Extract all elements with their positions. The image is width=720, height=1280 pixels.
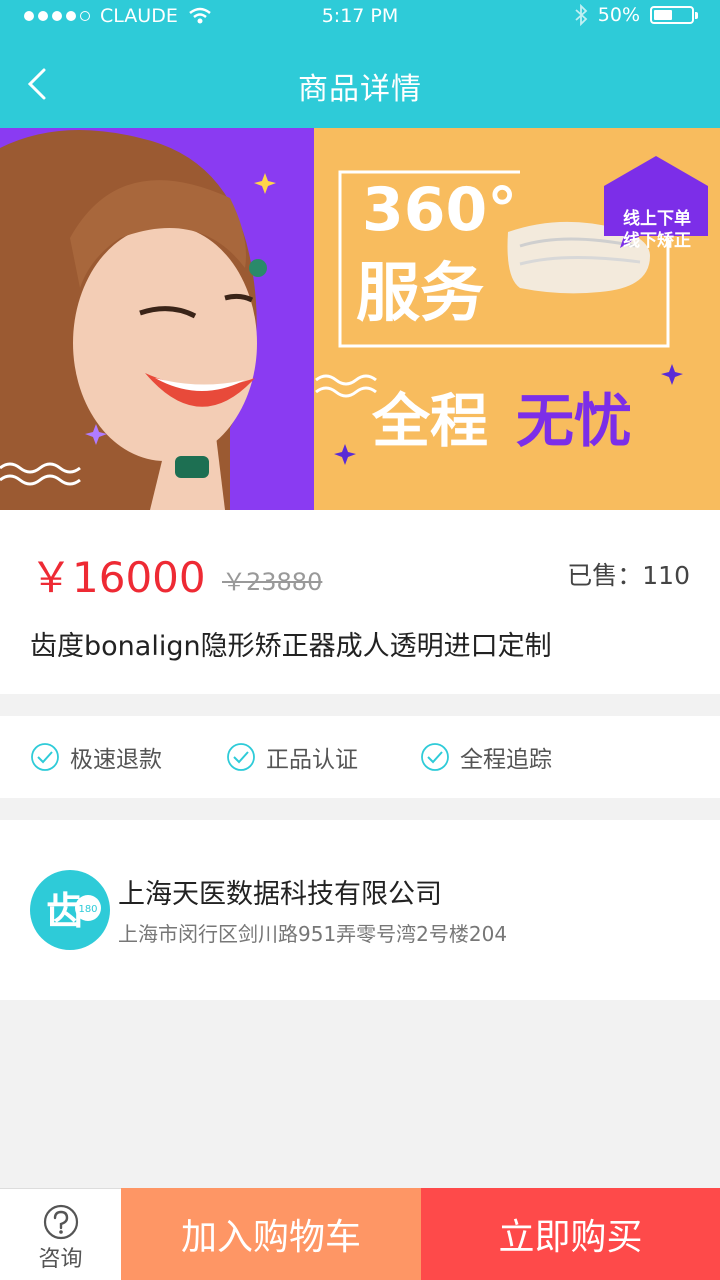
guarantee-label: 正品认证 — [266, 747, 358, 773]
consult-button[interactable]: 咨询 — [0, 1188, 121, 1280]
banner-slogan-a: 全程 — [372, 387, 489, 455]
page-title: 商品详情 — [298, 72, 422, 107]
bluetooth-icon — [575, 4, 588, 26]
header: CLAUDE 5:17 PM 50% 商品详情 — [0, 0, 720, 128]
status-bar: CLAUDE 5:17 PM 50% — [0, 0, 720, 34]
nav-bar: 商品详情 — [0, 40, 720, 128]
shop-logo-badge: 180 — [78, 904, 97, 915]
shop-logo: 齿 180 — [30, 870, 110, 950]
guarantee-bar: 极速退款 正品认证 全程追踪 — [0, 716, 720, 798]
current-price: ￥16000 — [30, 553, 206, 602]
original-price: ￥23880 — [222, 568, 323, 596]
check-circle-icon — [31, 743, 59, 771]
banner-slogan-b: 无忧 — [516, 387, 633, 455]
check-circle-icon — [227, 743, 255, 771]
shop-address: 上海市闵行区剑川路951弄零号湾2号楼204 — [118, 922, 508, 946]
add-to-cart-button[interactable]: 加入购物车 — [121, 1188, 421, 1280]
bottom-action-bar: 咨询 加入购物车 立即购买 — [0, 1188, 720, 1280]
check-circle-icon — [421, 743, 449, 771]
sold-count: 已售：110 — [567, 561, 690, 590]
battery-icon — [650, 6, 698, 24]
guarantee-item: 全程追踪 — [420, 740, 552, 774]
shop-name: 上海天医数据科技有限公司 — [118, 879, 442, 910]
banner-headline-service: 服务 — [356, 257, 484, 331]
shop-card[interactable]: 齿 180 上海天医数据科技有限公司 上海市闵行区剑川路951弄零号湾2号楼20… — [0, 820, 720, 1000]
product-info-card: ￥16000 ￥23880 已售：110 齿度bonalign隐形矫正器成人透明… — [0, 510, 720, 694]
buy-now-button[interactable]: 立即购买 — [421, 1188, 720, 1280]
consult-label: 咨询 — [38, 1247, 83, 1272]
banner-headline-360: 360° — [362, 175, 518, 245]
help-icon — [43, 1204, 79, 1240]
banner-tag: 线上下单 线下矫正 — [602, 154, 712, 251]
product-banner[interactable]: 360° 服务 线上下单 线下矫正 全程 无忧 — [0, 128, 720, 510]
guarantee-item: 极速退款 — [30, 740, 162, 774]
banner-tag-line2: 线下矫正 — [623, 231, 691, 251]
battery-percent: 50% — [597, 4, 640, 26]
guarantee-label: 全程追踪 — [460, 747, 552, 773]
guarantee-item: 正品认证 — [226, 740, 358, 774]
guarantee-label: 极速退款 — [70, 747, 162, 773]
product-title: 齿度bonalign隐形矫正器成人透明进口定制 — [30, 631, 552, 662]
